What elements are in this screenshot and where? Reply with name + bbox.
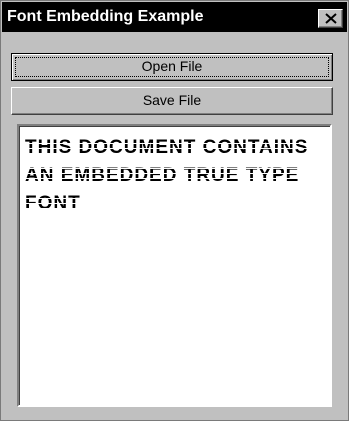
document-text: THIS DOCUMENT CONTAINS AN EMBEDDED TRUE … bbox=[25, 134, 325, 218]
title-bar[interactable]: Font Embedding Example bbox=[2, 2, 347, 32]
close-button[interactable] bbox=[318, 9, 343, 28]
close-icon bbox=[325, 13, 337, 24]
document-view[interactable]: THIS DOCUMENT CONTAINS AN EMBEDDED TRUE … bbox=[17, 124, 332, 407]
window-title: Font Embedding Example bbox=[7, 8, 204, 25]
save-file-button[interactable]: Save File bbox=[11, 87, 333, 115]
open-file-button[interactable]: Open File bbox=[11, 53, 333, 81]
app-window: Font Embedding Example Open File Save Fi… bbox=[0, 0, 349, 421]
